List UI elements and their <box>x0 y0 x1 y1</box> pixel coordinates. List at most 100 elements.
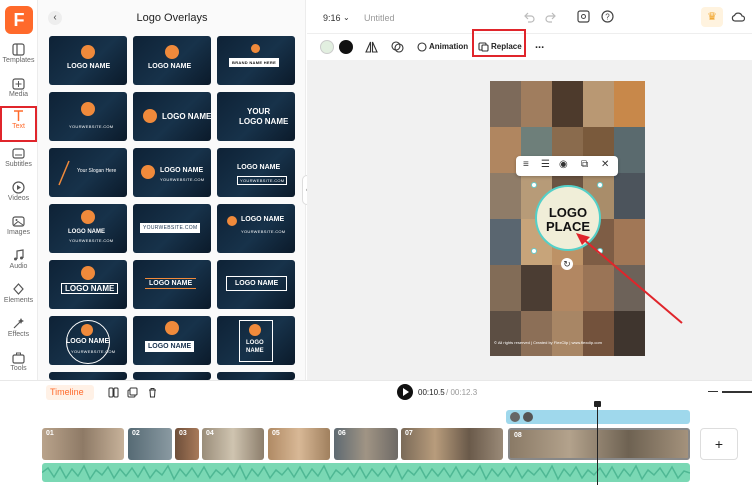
timeline-clip-04[interactable]: 04 <box>202 428 264 460</box>
logo-overlay-thumb-15[interactable]: LOGO NAME <box>217 260 295 309</box>
timeline-clip-02[interactable]: 02 <box>128 428 172 460</box>
images-icon <box>12 216 25 227</box>
rail-item-tools[interactable]: Tools <box>2 350 35 384</box>
videos-icon <box>12 181 25 194</box>
current-time: 00:10.5 <box>418 388 445 397</box>
timeline-clip-05[interactable]: 05 <box>268 428 330 460</box>
rail-item-templates[interactable]: Templates <box>2 42 35 76</box>
overlay-track-clip[interactable] <box>506 410 690 424</box>
stroke-color-swatch[interactable] <box>339 40 353 54</box>
animation-button[interactable]: Animation <box>429 42 468 51</box>
svg-text:?: ? <box>605 13 610 22</box>
left-rail: F Templates Media Text Subtitles Videos … <box>0 0 38 380</box>
tools-icon <box>12 352 25 364</box>
timeline-clip-06[interactable]: 06 <box>334 428 398 460</box>
fill-color-swatch[interactable] <box>320 40 334 54</box>
logo-overlay-thumb-8[interactable]: LOGO NAME YOURWEBSITE.COM <box>133 148 211 197</box>
annotation-arrow <box>576 233 683 324</box>
add-clip-button[interactable]: + <box>700 428 738 460</box>
project-title[interactable]: Untitled <box>364 13 395 23</box>
audio-waveform <box>42 464 690 481</box>
delete-icon[interactable]: ✕ <box>601 159 609 170</box>
total-duration: / 00:12.3 <box>446 388 478 397</box>
logo-overlay-thumb-10[interactable]: LOGO NAME YOURWEBSITE.COM <box>49 204 127 253</box>
duplicate-icon[interactable]: ⧉ <box>581 159 588 170</box>
playhead[interactable] <box>594 401 601 485</box>
more-options-button[interactable]: ... <box>535 39 544 51</box>
chevron-down-icon[interactable]: ⌄ <box>343 13 350 22</box>
logo-overlay-thumb-6[interactable]: YOUR LOGO NAME <box>217 92 295 141</box>
text-icon <box>14 110 23 121</box>
panel-title: Logo Overlays <box>136 12 208 24</box>
logo-overlay-thumb-7[interactable]: Your Slogan Here <box>49 148 127 197</box>
timeline-toggle[interactable]: Timeline <box>46 385 94 400</box>
redo-icon[interactable] <box>545 11 557 23</box>
logo-overlay-thumb-13[interactable]: LOGO NAME <box>49 260 127 309</box>
logo-overlay-thumb-1[interactable]: LOGO NAME <box>49 36 127 85</box>
align-icon[interactable]: ≡ <box>523 159 529 170</box>
help-icon[interactable]: ? <box>601 10 614 23</box>
rail-item-media[interactable]: Media <box>2 76 35 110</box>
element-context-bar: ≡ ☰ ◉ ⧉ ✕ <box>516 156 618 176</box>
audio-icon <box>14 249 24 261</box>
timeline-clip-03[interactable]: 03 <box>175 428 199 460</box>
app-logo[interactable]: F <box>5 6 33 34</box>
overlay-thumb-icon <box>523 412 533 422</box>
animation-icon <box>417 42 427 52</box>
templates-icon <box>12 43 25 56</box>
delete-clip-icon[interactable] <box>147 387 158 398</box>
resize-handle-top-left[interactable] <box>531 182 537 188</box>
layers-icon[interactable]: ☰ <box>541 159 550 170</box>
rail-item-text[interactable]: Text <box>0 106 37 142</box>
top-bar: 9:16 ⌄ Untitled ? ♛ <box>307 0 752 34</box>
crown-icon[interactable]: ♛ <box>701 7 723 27</box>
logo-overlay-thumb-17[interactable]: LOGO NAME <box>133 316 211 365</box>
replace-highlight <box>472 29 526 57</box>
rail-item-images[interactable]: Images <box>2 214 35 248</box>
elements-icon <box>13 283 24 295</box>
logo-overlay-thumb-21[interactable] <box>217 372 295 380</box>
logo-overlays-panel: ‹ Logo Overlays LOGO NAME LOGO NAME BRAN… <box>38 0 306 380</box>
duplicate-clip-icon[interactable] <box>127 387 138 398</box>
logo-overlay-thumb-20[interactable] <box>133 372 211 380</box>
split-icon[interactable] <box>108 387 119 398</box>
media-icon <box>12 78 25 90</box>
play-button[interactable] <box>397 384 413 400</box>
rail-item-effects[interactable]: Effects <box>2 316 35 350</box>
logo-overlay-thumb-4[interactable]: YOURWEBSITE.COM <box>49 92 127 141</box>
logo-overlay-thumb-11[interactable]: YOURWEBSITE.COM <box>133 204 211 253</box>
subtitles-icon <box>12 148 25 159</box>
logo-overlay-thumb-2[interactable]: LOGO NAME <box>133 36 211 85</box>
logo-overlay-thumb-19[interactable] <box>49 372 127 380</box>
effects-icon <box>13 318 24 329</box>
rail-item-videos[interactable]: Videos <box>2 180 35 214</box>
rail-item-subtitles[interactable]: Subtitles <box>2 146 35 180</box>
overlay-thumb-icon <box>510 412 520 422</box>
timeline-clip-08[interactable]: 08 <box>508 428 690 460</box>
timeline-clip-01[interactable]: 01 <box>42 428 124 460</box>
screenshot-icon[interactable] <box>577 10 590 23</box>
logo-overlay-thumb-3[interactable]: BRAND NAME HERE <box>217 36 295 85</box>
audio-track[interactable] <box>42 463 690 482</box>
rail-item-audio[interactable]: Audio <box>2 248 35 282</box>
mask-icon[interactable] <box>391 41 404 53</box>
logo-overlay-thumb-18[interactable]: LOGO NAME <box>217 316 295 365</box>
resize-handle-top-right[interactable] <box>597 182 603 188</box>
logo-overlay-thumb-9[interactable]: LOGO NAME YOURWEBSITE.COM <box>217 148 295 197</box>
timeline-clip-07[interactable]: 07 <box>401 428 503 460</box>
zoom-slider[interactable] <box>722 391 752 393</box>
lock-icon[interactable]: ◉ <box>559 159 568 170</box>
canvas-footer-text: © All rights reserved | Created by FlexC… <box>494 340 602 345</box>
aspect-ratio-selector[interactable]: 9:16 <box>323 13 341 23</box>
flip-icon[interactable] <box>365 41 378 53</box>
cloud-save-icon[interactable] <box>731 10 745 23</box>
zoom-out-icon[interactable] <box>708 391 718 392</box>
element-toolbar: Animation Replace ... <box>307 29 752 60</box>
logo-overlay-thumb-14[interactable]: LOGO NAME <box>133 260 211 309</box>
logo-overlay-thumb-12[interactable]: LOGO NAME YOURWEBSITE.COM <box>217 204 295 253</box>
rail-item-elements[interactable]: Elements <box>2 282 35 316</box>
logo-overlay-thumb-5[interactable]: LOGO NAME <box>133 92 211 141</box>
resize-handle-bottom-left[interactable] <box>531 248 537 254</box>
logo-overlay-thumb-16[interactable]: LOGO NAME YOURWEBSITE.COM <box>49 316 127 365</box>
undo-icon[interactable] <box>523 11 535 23</box>
